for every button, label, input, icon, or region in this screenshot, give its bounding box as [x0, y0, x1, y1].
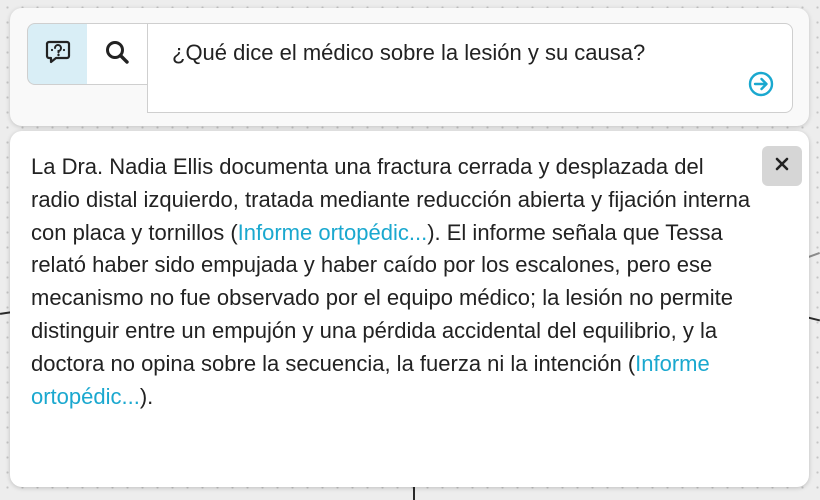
- query-input[interactable]: ¿Qué dice el médico sobre la lesión y su…: [147, 23, 793, 113]
- search-panel: ¿Qué dice el médico sobre la lesión y su…: [10, 8, 809, 126]
- answer-text: La Dra. Nadia Ellis documenta una fractu…: [31, 151, 753, 413]
- canvas-edge-line: [808, 252, 820, 258]
- chat-question-icon: [44, 38, 72, 71]
- arrow-right-circle-icon: [747, 70, 775, 103]
- citation-link[interactable]: Informe ortopédic...: [238, 220, 428, 245]
- answer-segment: ).: [139, 383, 154, 409]
- close-icon: [774, 156, 790, 177]
- answer-panel: La Dra. Nadia Ellis documenta una fractu…: [10, 131, 809, 487]
- canvas-edge-line: [413, 486, 415, 500]
- close-button[interactable]: [762, 146, 802, 186]
- search-mode-button[interactable]: [87, 23, 148, 85]
- ask-mode-button[interactable]: [27, 23, 88, 85]
- submit-button[interactable]: [747, 70, 775, 103]
- query-text[interactable]: ¿Qué dice el médico sobre la lesión y su…: [172, 37, 732, 68]
- search-icon: [103, 38, 131, 71]
- canvas-edge-line: [807, 316, 820, 322]
